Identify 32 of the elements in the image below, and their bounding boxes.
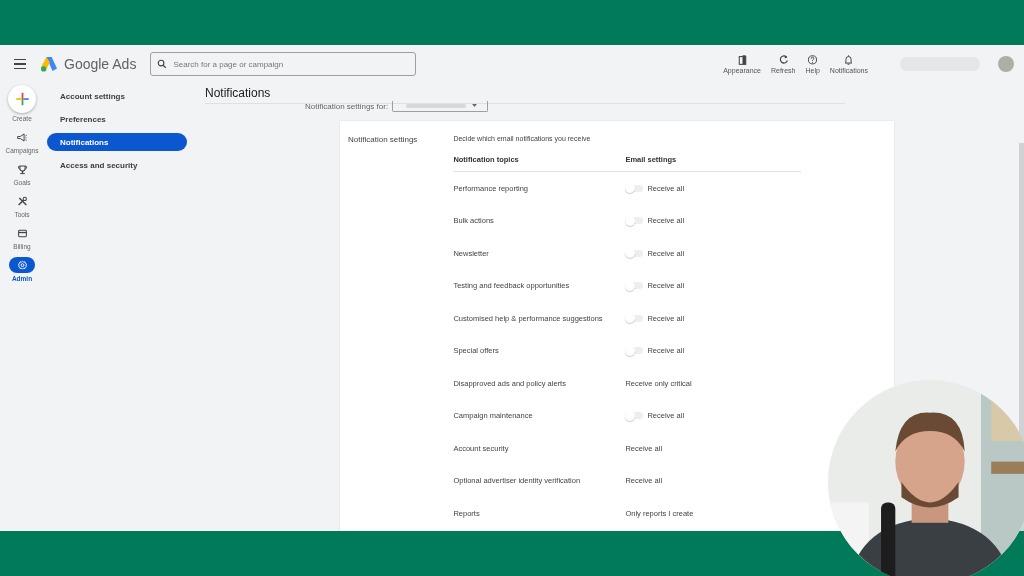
refresh-icon [777, 54, 789, 65]
toggle-switch[interactable] [625, 412, 644, 420]
toggle-switch[interactable] [625, 347, 644, 355]
toggle-switch[interactable] [625, 249, 644, 257]
toggle-switch[interactable] [625, 314, 644, 322]
account-dropdown[interactable] [392, 100, 489, 112]
sidebar-item[interactable]: Preferences [47, 110, 187, 128]
trophy-icon [16, 163, 28, 175]
search-icon [157, 59, 168, 69]
toggle-switch[interactable] [625, 217, 644, 225]
menu-icon[interactable] [14, 56, 26, 72]
plus-icon [14, 91, 30, 107]
settings-for-label: Notification settings for: [305, 101, 389, 111]
toggle-switch[interactable] [625, 282, 644, 290]
logo-icon [40, 56, 58, 72]
settings-icon [16, 259, 28, 271]
caret-icon [472, 104, 478, 107]
megaphone-icon [16, 131, 28, 143]
sidebar-item[interactable]: Notifications [47, 133, 187, 151]
help-icon [807, 54, 819, 65]
sidebar-item[interactable]: Account settings [47, 87, 187, 105]
bell-icon [843, 54, 855, 65]
sidebar-item[interactable]: Access and security [47, 156, 187, 174]
panel-icon [736, 54, 748, 65]
product-name: Google Ads [64, 56, 137, 72]
avatar-icon[interactable] [998, 56, 1014, 72]
credit-card-icon [16, 227, 28, 239]
toggle-switch[interactable] [625, 184, 644, 192]
card-heading: Notification settings [348, 135, 418, 146]
page-title: Notifications [205, 86, 271, 100]
search-field[interactable]: Search for a page or campaign [150, 52, 417, 76]
tools-icon [16, 195, 28, 207]
